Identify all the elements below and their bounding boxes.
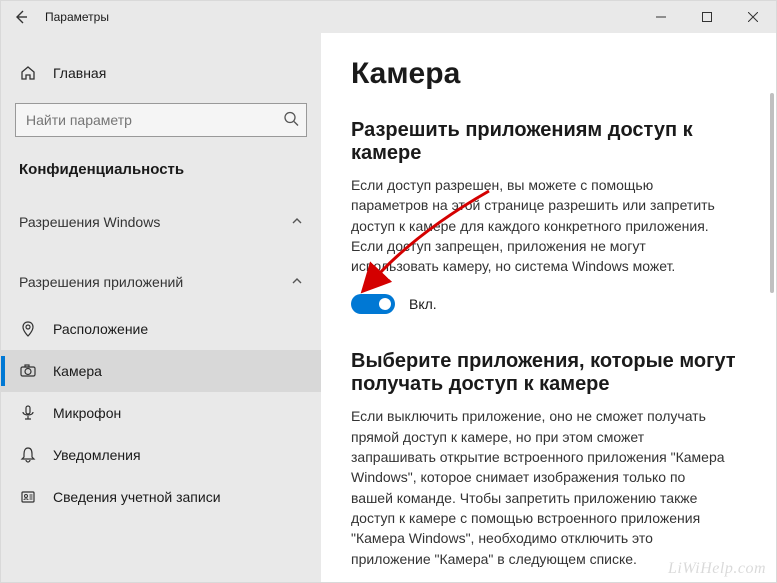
home-label: Главная: [53, 65, 106, 81]
chevron-up-icon: [291, 214, 303, 230]
search-wrap: [15, 103, 307, 137]
sidebar-item-notifications[interactable]: Уведомления: [1, 434, 321, 476]
bell-icon: [19, 446, 37, 464]
window-title: Параметры: [41, 10, 109, 24]
group-app-permissions[interactable]: Разрешения приложений: [1, 248, 321, 308]
close-button[interactable]: [730, 1, 776, 33]
section-choose-desc: Если выключить приложение, оно не сможет…: [351, 406, 731, 568]
minimize-button[interactable]: [638, 1, 684, 33]
titlebar: Параметры: [1, 1, 776, 33]
camera-toggle-row: Вкл.: [351, 294, 746, 314]
group-label: Разрешения Windows: [19, 214, 160, 230]
sidebar-item-microphone[interactable]: Микрофон: [1, 392, 321, 434]
close-icon: [748, 12, 758, 22]
section-allow-heading: Разрешить приложениям доступ к камере: [351, 119, 746, 165]
maximize-icon: [702, 12, 712, 22]
back-button[interactable]: [1, 1, 41, 33]
home-link[interactable]: Главная: [1, 53, 321, 93]
sidebar-item-account-info[interactable]: Сведения учетной записи: [1, 476, 321, 518]
sidebar-item-location[interactable]: Расположение: [1, 308, 321, 350]
search-icon: [283, 111, 299, 130]
section-allow-desc: Если доступ разрешен, вы можете с помощь…: [351, 175, 731, 276]
section-choose-heading: Выберите приложения, которые могут получ…: [351, 350, 746, 396]
watermark: LiWiHelp.com: [668, 560, 766, 578]
sidebar-item-label: Расположение: [53, 321, 148, 337]
sidebar-item-label: Камера: [53, 363, 102, 379]
group-windows-permissions[interactable]: Разрешения Windows: [1, 196, 321, 248]
sidebar-item-label: Уведомления: [53, 447, 141, 463]
sidebar-item-label: Сведения учетной записи: [53, 489, 221, 505]
location-icon: [19, 320, 37, 338]
maximize-button[interactable]: [684, 1, 730, 33]
toggle-label: Вкл.: [409, 296, 437, 312]
home-icon: [19, 64, 37, 82]
microphone-icon: [19, 404, 37, 422]
account-icon: [19, 488, 37, 506]
camera-icon: [19, 362, 37, 380]
minimize-icon: [656, 12, 666, 22]
content-area: Камера Разрешить приложениям доступ к ка…: [321, 33, 776, 582]
sidebar-item-camera[interactable]: Камера: [1, 350, 321, 392]
page-title: Камера: [351, 57, 746, 91]
toggle-knob: [379, 298, 391, 310]
camera-access-toggle[interactable]: [351, 294, 395, 314]
section-title: Конфиденциальность: [1, 155, 321, 196]
search-input[interactable]: [15, 103, 307, 137]
chevron-up-icon: [291, 274, 303, 290]
scrollbar[interactable]: [770, 93, 774, 293]
sidebar-item-label: Микрофон: [53, 405, 121, 421]
sidebar: Главная Конфиденциальность Разрешения Wi…: [1, 33, 321, 582]
group-label: Разрешения приложений: [19, 274, 183, 290]
arrow-left-icon: [13, 9, 29, 25]
